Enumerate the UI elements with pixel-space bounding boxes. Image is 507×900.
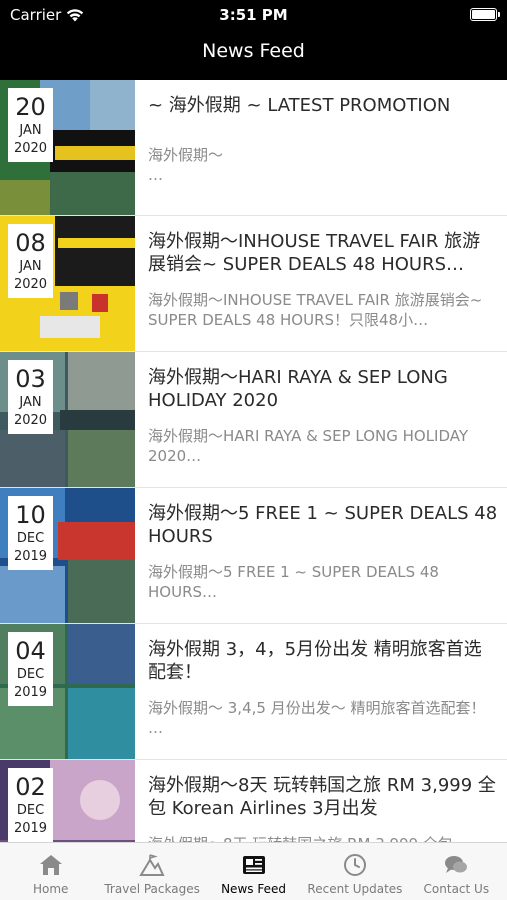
feed-item-title[interactable]: 海外假期～INHOUSE TRAVEL FAIR 旅游展销会~ SUPER DE…	[148, 230, 498, 276]
date-year: 2020	[13, 141, 48, 156]
date-day: 04	[15, 637, 46, 665]
feed-thumbnail: 02 DEC 2019	[0, 760, 135, 842]
top-bar: Carrier 3:51 PM News Feed	[0, 0, 507, 80]
travel-packages-icon	[139, 854, 165, 876]
date-month: DEC	[16, 667, 45, 682]
tab-label: News Feed	[221, 882, 286, 896]
feed-thumbnail: 20 JAN 2020	[0, 80, 135, 215]
date-badge: 03 JAN 2020	[8, 360, 53, 434]
date-month: DEC	[16, 531, 45, 546]
feed-item-title[interactable]: ~ 海外假期 ~ LATEST PROMOTION	[148, 94, 498, 117]
contact-us-icon	[445, 856, 468, 873]
tab-label: Recent Updates	[307, 882, 403, 896]
feed-item[interactable]: 03 JAN 2020 海外假期～HARI RAYA & SEP LONG HO…	[0, 352, 507, 488]
feed-item-description: 海外假期～INHOUSE TRAVEL FAIR 旅游展销会~ SUPER DE…	[148, 291, 483, 329]
date-badge: 20 JAN 2020	[8, 88, 53, 162]
tab-label: Home	[32, 882, 69, 896]
tab-news-feed[interactable]: News Feed	[203, 843, 304, 900]
feed-item[interactable]: 08 JAN 2020 海外假期～INHOUSE TRAVEL FAIR 旅游展…	[0, 216, 507, 352]
status-bar: Carrier 3:51 PM	[0, 0, 507, 30]
date-year: 2019	[13, 685, 48, 700]
tab-home[interactable]: Home	[0, 843, 101, 900]
feed-item-description: 海外假期～8天 玩转韩国之旅 RM 3,999 全包…	[148, 834, 498, 842]
tab-label: Travel Packages	[104, 882, 200, 896]
feed-item[interactable]: 04 DEC 2019 海外假期 3，4，5月份出发 精明旅客首选配套！ 海外假…	[0, 624, 507, 760]
feed-item-title[interactable]: 海外假期 3，4，5月份出发 精明旅客首选配套！	[148, 638, 498, 684]
date-day: 02	[15, 773, 46, 801]
date-year: 2020	[13, 277, 48, 292]
date-badge: 04 DEC 2019	[8, 632, 53, 706]
date-day: 08	[15, 229, 46, 257]
feed-item-description: 海外假期～ …	[148, 146, 224, 184]
recent-updates-icon	[343, 854, 366, 876]
date-month: JAN	[19, 259, 42, 274]
date-badge: 10 DEC 2019	[8, 496, 53, 570]
feed-item[interactable]: 10 DEC 2019 海外假期～5 FREE 1 ~ SUPER DEALS …	[0, 488, 507, 624]
date-year: 2019	[13, 821, 48, 836]
tab-recent-updates[interactable]: Recent Updates	[304, 843, 405, 900]
tab-bar: Home Travel Packages News Feed Recent Up…	[0, 842, 507, 900]
date-year: 2019	[13, 549, 48, 564]
feed-item[interactable]: 20 JAN 2020 ~ 海外假期 ~ LATEST PROMOTION 海外…	[0, 80, 507, 216]
battery-icon	[470, 8, 500, 21]
tab-contact-us[interactable]: Contact Us	[406, 843, 507, 900]
feed-item-title[interactable]: 海外假期～HARI RAYA & SEP LONG HOLIDAY 2020	[148, 366, 498, 412]
feed-thumbnail: 03 JAN 2020	[0, 352, 135, 487]
date-month: JAN	[19, 123, 42, 138]
news-feed-icon	[242, 856, 265, 874]
feed-item-description: 海外假期～5 FREE 1 ~ SUPER DEALS 48 HOURS…	[148, 563, 439, 601]
home-icon	[39, 855, 62, 875]
date-day: 10	[15, 501, 46, 529]
news-feed-list[interactable]: 20 JAN 2020 ~ 海外假期 ~ LATEST PROMOTION 海外…	[0, 80, 507, 842]
tab-travel-packages[interactable]: Travel Packages	[101, 843, 202, 900]
date-month: JAN	[19, 395, 42, 410]
feed-thumbnail: 04 DEC 2019	[0, 624, 135, 759]
status-time: 3:51 PM	[219, 6, 288, 24]
feed-thumbnail: 08 JAN 2020	[0, 216, 135, 351]
date-badge: 08 JAN 2020	[8, 224, 53, 298]
page-title: News Feed	[202, 40, 305, 62]
feed-item-description: 海外假期～HARI RAYA & SEP LONG HOLIDAY 2020…	[148, 427, 469, 465]
date-year: 2020	[13, 413, 48, 428]
feed-item-title[interactable]: 海外假期～8天 玩转韩国之旅 RM 3,999 全包 Korean Airlin…	[148, 774, 498, 820]
date-day: 03	[15, 365, 46, 393]
date-month: DEC	[16, 803, 45, 818]
feed-thumbnail: 10 DEC 2019	[0, 488, 135, 623]
feed-item-description: 海外假期～ 3,4,5 月份出发～ 精明旅客首选配套！ …	[148, 699, 486, 737]
feed-item-title[interactable]: 海外假期～5 FREE 1 ~ SUPER DEALS 48 HOURS	[148, 502, 498, 548]
feed-item[interactable]: 02 DEC 2019 海外假期～8天 玩转韩国之旅 RM 3,999 全包 K…	[0, 760, 507, 842]
tab-label: Contact Us	[423, 882, 490, 896]
date-badge: 02 DEC 2019	[8, 768, 53, 842]
date-day: 20	[15, 93, 46, 121]
